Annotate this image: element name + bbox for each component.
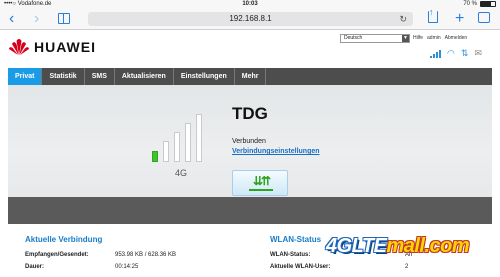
current-connection-panel: Aktuelle Verbindung Empfangen/Gesendet: …: [25, 235, 225, 273]
watermark-suffix: mall.com: [386, 235, 470, 257]
info-row: Empfangen/Gesendet: 953.98 KB / 628.36 K…: [25, 249, 225, 261]
data-transfer-icon: ⇅: [460, 48, 469, 58]
wifi-icon: ◠: [447, 48, 455, 58]
signal-bar: [196, 114, 202, 162]
back-icon[interactable]: ‹: [9, 10, 14, 28]
battery-fill: [481, 2, 491, 6]
share-icon[interactable]: [428, 3, 438, 23]
bookmarks-icon[interactable]: [58, 13, 70, 24]
connection-settings-link[interactable]: Verbindungseinstellungen: [232, 148, 320, 155]
brand-name: HUAWEI: [34, 39, 96, 55]
language-value: Deutsch: [344, 35, 363, 41]
new-tab-icon[interactable]: +: [455, 10, 464, 28]
row-value: 00:14:25: [115, 264, 139, 270]
battery-icon: [480, 1, 496, 7]
forward-icon[interactable]: ›: [34, 10, 39, 28]
battery-percent: 70 %: [463, 1, 477, 7]
chevron-down-icon: ▼: [402, 35, 409, 42]
row-label: Dauer:: [25, 264, 45, 270]
signal-bar: [152, 151, 158, 162]
signal-strength-icon: [430, 50, 441, 58]
button-underline: [249, 189, 273, 191]
tab-aktualisieren[interactable]: Aktualisieren: [115, 68, 174, 85]
provider-name: TDG: [232, 104, 268, 123]
signal-bar: [174, 132, 180, 162]
network-type: 4G: [175, 168, 188, 178]
browser-toolbar: ‹ › 192.168.8.1 ↻ +: [0, 3, 500, 30]
help-link[interactable]: Hilfe: [413, 35, 423, 41]
router-header: HUAWEI Deutsch ▼ Hilfe admin Abmelden ◠ …: [0, 31, 500, 69]
watermark-prefix: 4GLTE: [326, 235, 387, 257]
signal-bar: [185, 123, 191, 162]
reload-icon[interactable]: ↻: [399, 12, 407, 26]
tab-statistik[interactable]: Statistik: [42, 68, 85, 85]
connection-status: Verbunden: [232, 138, 266, 145]
tabs-overview-icon[interactable]: [478, 12, 490, 23]
row-label: Aktuelle WLAN-User:: [270, 264, 331, 270]
tab-mehr[interactable]: Mehr: [235, 68, 267, 85]
main-nav: Privat Statistik SMS Aktualisieren Einst…: [8, 68, 492, 85]
tab-privat[interactable]: Privat: [8, 68, 43, 85]
language-select[interactable]: Deutsch ▼: [340, 34, 410, 43]
logout-link[interactable]: Abmelden: [445, 35, 468, 41]
current-connection-title: Aktuelle Verbindung: [25, 235, 103, 244]
site-watermark: 4GLTEmall.com: [326, 235, 470, 258]
info-row: Dauer: 00:14:25: [25, 261, 225, 273]
row-label: Empfangen/Gesendet:: [25, 252, 89, 258]
battery-indicator: 70 %: [463, 0, 496, 8]
connect-toggle-button[interactable]: ⇊⇈: [232, 170, 288, 196]
signal-bar: [163, 141, 169, 162]
tab-einstellungen[interactable]: Einstellungen: [174, 68, 235, 85]
signal-bars-icon: [152, 114, 207, 162]
info-row: Aktuelle WLAN-User: 2: [270, 261, 470, 273]
clock: 10:03: [242, 1, 258, 7]
hero-footer-band: [8, 197, 492, 224]
status-icons: ◠ ⇅ ✉: [430, 49, 482, 58]
user-link[interactable]: admin: [427, 35, 441, 41]
huawei-logo[interactable]: HUAWEI: [8, 38, 96, 56]
row-value: 2: [405, 264, 409, 270]
ios-status-bar: ••••○ Vodafone.de 10:03 70 %: [0, 0, 500, 8]
data-transfer-arrows-icon: ⇊⇈: [253, 174, 271, 188]
tab-sms[interactable]: SMS: [85, 68, 115, 85]
row-value: 953.98 KB / 628.36 KB: [115, 252, 177, 258]
huawei-flower-icon: [9, 39, 29, 55]
header-links: Hilfe admin Abmelden: [413, 35, 467, 41]
sms-icon[interactable]: ✉: [474, 49, 482, 58]
address-bar[interactable]: 192.168.8.1 ↻: [88, 12, 413, 26]
url-text: 192.168.8.1: [229, 14, 272, 23]
